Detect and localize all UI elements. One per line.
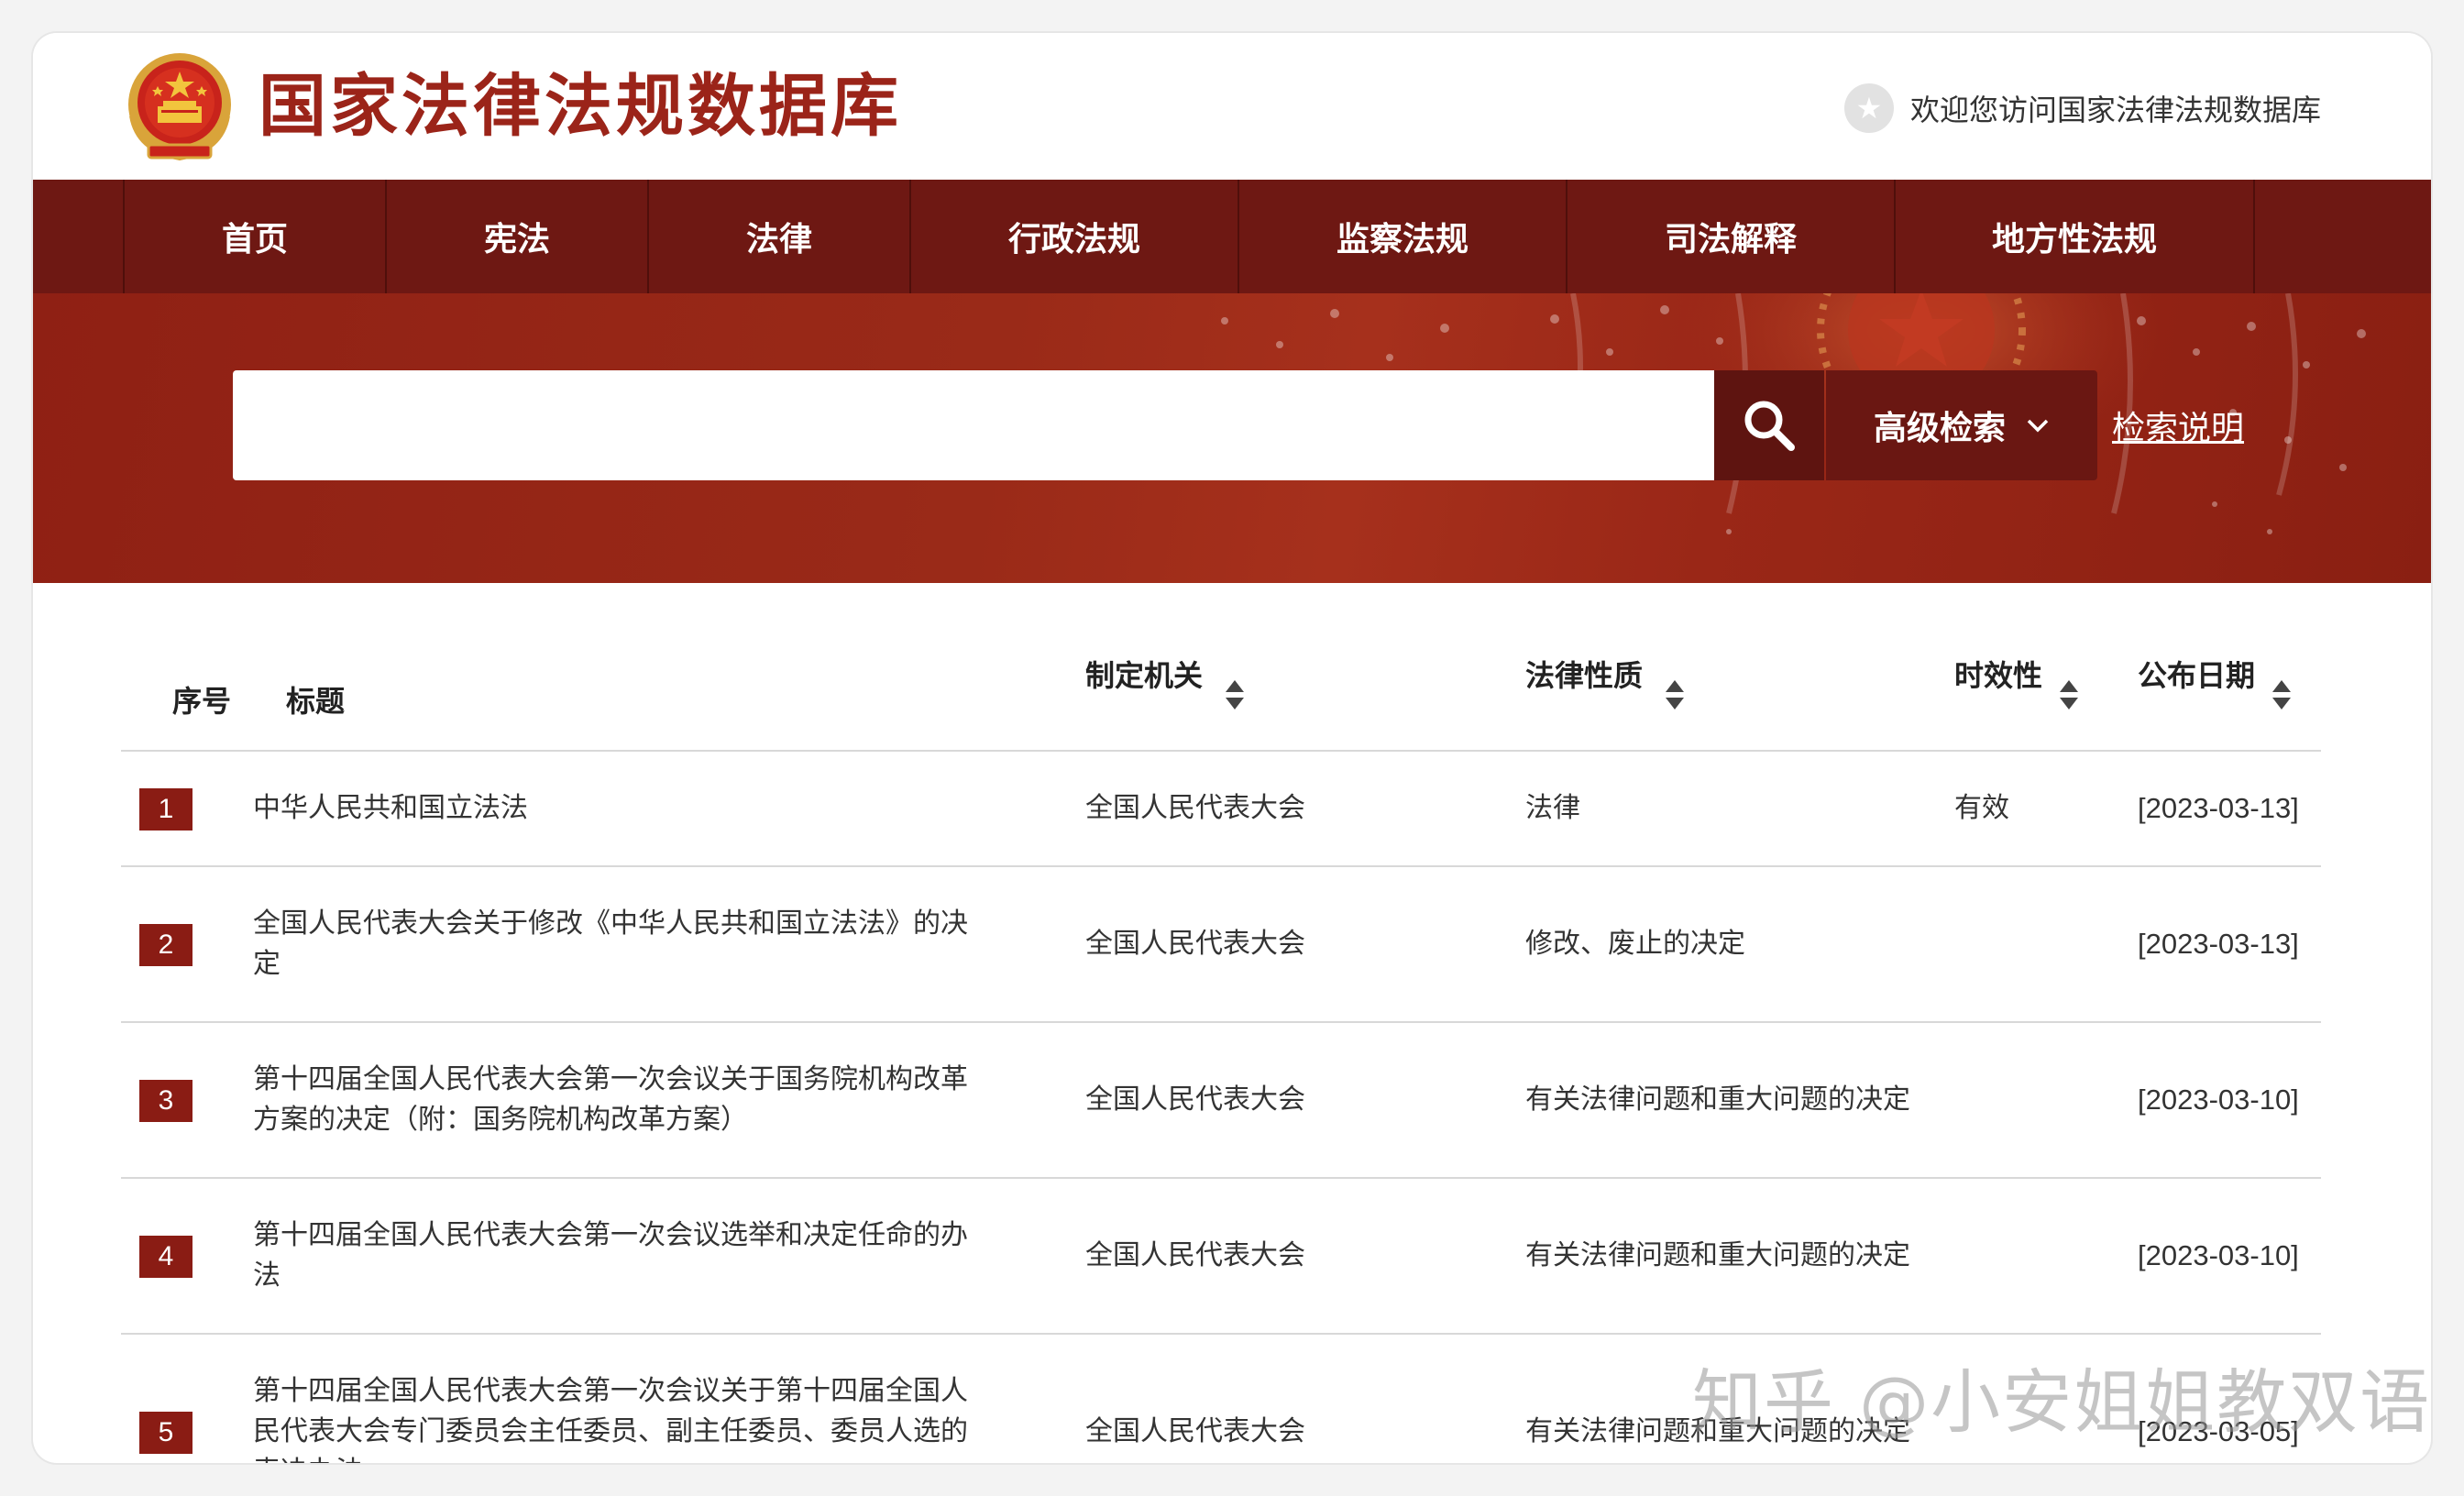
row-title-link[interactable]: 第十四届全国人民代表大会第一次会议关于国务院机构改革方案的决定（附：国务院机构改… xyxy=(253,1060,986,1140)
row-index-badge: 4 xyxy=(139,1236,192,1278)
nav-item-home[interactable]: 首页 xyxy=(123,180,385,293)
nav-item-local-regulations[interactable]: 地方性法规 xyxy=(1894,180,2253,293)
row-date: [2023-03-13] xyxy=(2138,928,2299,960)
row-nature: 有关法律问题和重大问题的决定 xyxy=(1525,1239,1910,1271)
welcome-area: ★ 欢迎您访问国家法律法规数据库 xyxy=(1843,81,2321,136)
column-header-org[interactable]: 制定机关 xyxy=(1085,653,1203,695)
row-org: 全国人民代表大会 xyxy=(1085,928,1305,960)
search-banner: 高级检索 检索说明 xyxy=(33,293,2431,583)
row-org: 全国人民代表大会 xyxy=(1085,1239,1305,1271)
sort-icon[interactable] xyxy=(1665,678,1685,711)
row-nature: 有关法律问题和重大问题的决定 xyxy=(1525,1084,1910,1116)
advanced-search-button[interactable]: 高级检索 xyxy=(1826,370,2097,480)
advanced-search-label: 高级检索 xyxy=(1873,410,2006,447)
search-help-link[interactable]: 检索说明 xyxy=(2079,370,2244,480)
table-row[interactable]: 2 全国人民代表大会关于修改《中华人民共和国立法法》的决定 全国人民代表大会 修… xyxy=(121,867,2321,1023)
column-header-index: 序号 xyxy=(172,684,232,719)
row-title-link[interactable]: 中华人民共和国立法法 xyxy=(253,788,986,829)
row-index-badge: 2 xyxy=(139,924,192,966)
welcome-text: 欢迎您访问国家法律法规数据库 xyxy=(1909,93,2321,127)
table-row[interactable]: 3 第十四届全国人民代表大会第一次会议关于国务院机构改革方案的决定（附：国务院机… xyxy=(121,1023,2321,1179)
sort-icon[interactable] xyxy=(2272,678,2292,711)
table-row[interactable]: 1 中华人民共和国立法法 全国人民代表大会 法律 有效 [2023-03-13] xyxy=(121,752,2321,867)
browser-window: 国家法律法规数据库 ★ 欢迎您访问国家法律法规数据库 首页 宪法 法律 行政法规… xyxy=(33,33,2431,1463)
nav-item-law[interactable]: 法律 xyxy=(647,180,909,293)
row-title-link[interactable]: 全国人民代表大会关于修改《中华人民共和国立法法》的决定 xyxy=(253,904,986,984)
row-index-badge: 3 xyxy=(139,1080,192,1122)
row-title-link[interactable]: 第十四届全国人民代表大会第一次会议关于第十四届全国人民代表大会专门委员会主任委员… xyxy=(253,1371,986,1463)
nav-item-constitution[interactable]: 宪法 xyxy=(385,180,647,293)
star-icon: ★ xyxy=(1843,83,1894,133)
nav-item-administrative-regulations[interactable]: 行政法规 xyxy=(909,180,1238,293)
row-org: 全国人民代表大会 xyxy=(1085,1415,1305,1447)
row-title-link[interactable]: 第十四届全国人民代表大会第一次会议选举和决定任命的办法 xyxy=(253,1216,986,1296)
row-date: [2023-03-10] xyxy=(2138,1239,2299,1271)
row-org: 全国人民代表大会 xyxy=(1085,1084,1305,1116)
search-button[interactable] xyxy=(1714,370,1824,480)
column-header-validity[interactable]: 时效性 xyxy=(1954,653,2042,695)
search-input[interactable] xyxy=(233,370,1714,480)
table-row[interactable]: 4 第十四届全国人民代表大会第一次会议选举和决定任命的办法 全国人民代表大会 有… xyxy=(121,1179,2321,1335)
national-emblem-icon[interactable] xyxy=(121,50,238,167)
nav-item-judicial-interpretations[interactable]: 司法解释 xyxy=(1566,180,1894,293)
row-nature: 法律 xyxy=(1525,792,1580,824)
main-nav: 首页 宪法 法律 行政法规 监察法规 司法解释 地方性法规 xyxy=(33,180,2431,293)
row-index-badge: 1 xyxy=(139,788,192,830)
sort-icon[interactable] xyxy=(1225,678,1245,711)
row-validity: 有效 xyxy=(1954,792,2009,824)
row-date: [2023-03-10] xyxy=(2138,1084,2299,1116)
row-org: 全国人民代表大会 xyxy=(1085,792,1305,824)
nav-item-supervisory-regulations[interactable]: 监察法规 xyxy=(1238,180,1566,293)
site-header: 国家法律法规数据库 ★ 欢迎您访问国家法律法规数据库 xyxy=(33,33,2431,180)
column-header-date[interactable]: 公布日期 xyxy=(2138,653,2255,695)
column-header-nature[interactable]: 法律性质 xyxy=(1525,653,1643,695)
site-title: 国家法律法规数据库 xyxy=(258,67,902,146)
chevron-down-icon xyxy=(2027,419,2049,433)
nav-divider xyxy=(2253,180,2255,293)
sort-icon[interactable] xyxy=(2059,678,2079,711)
watermark: 知乎 @小安姐姐教双语 xyxy=(1692,1361,2431,1443)
row-date: [2023-03-13] xyxy=(2138,792,2299,824)
search-icon xyxy=(1744,401,1795,451)
column-header-title: 标题 xyxy=(286,684,346,719)
row-nature: 修改、废止的决定 xyxy=(1525,928,1745,960)
row-index-badge: 5 xyxy=(139,1412,192,1454)
